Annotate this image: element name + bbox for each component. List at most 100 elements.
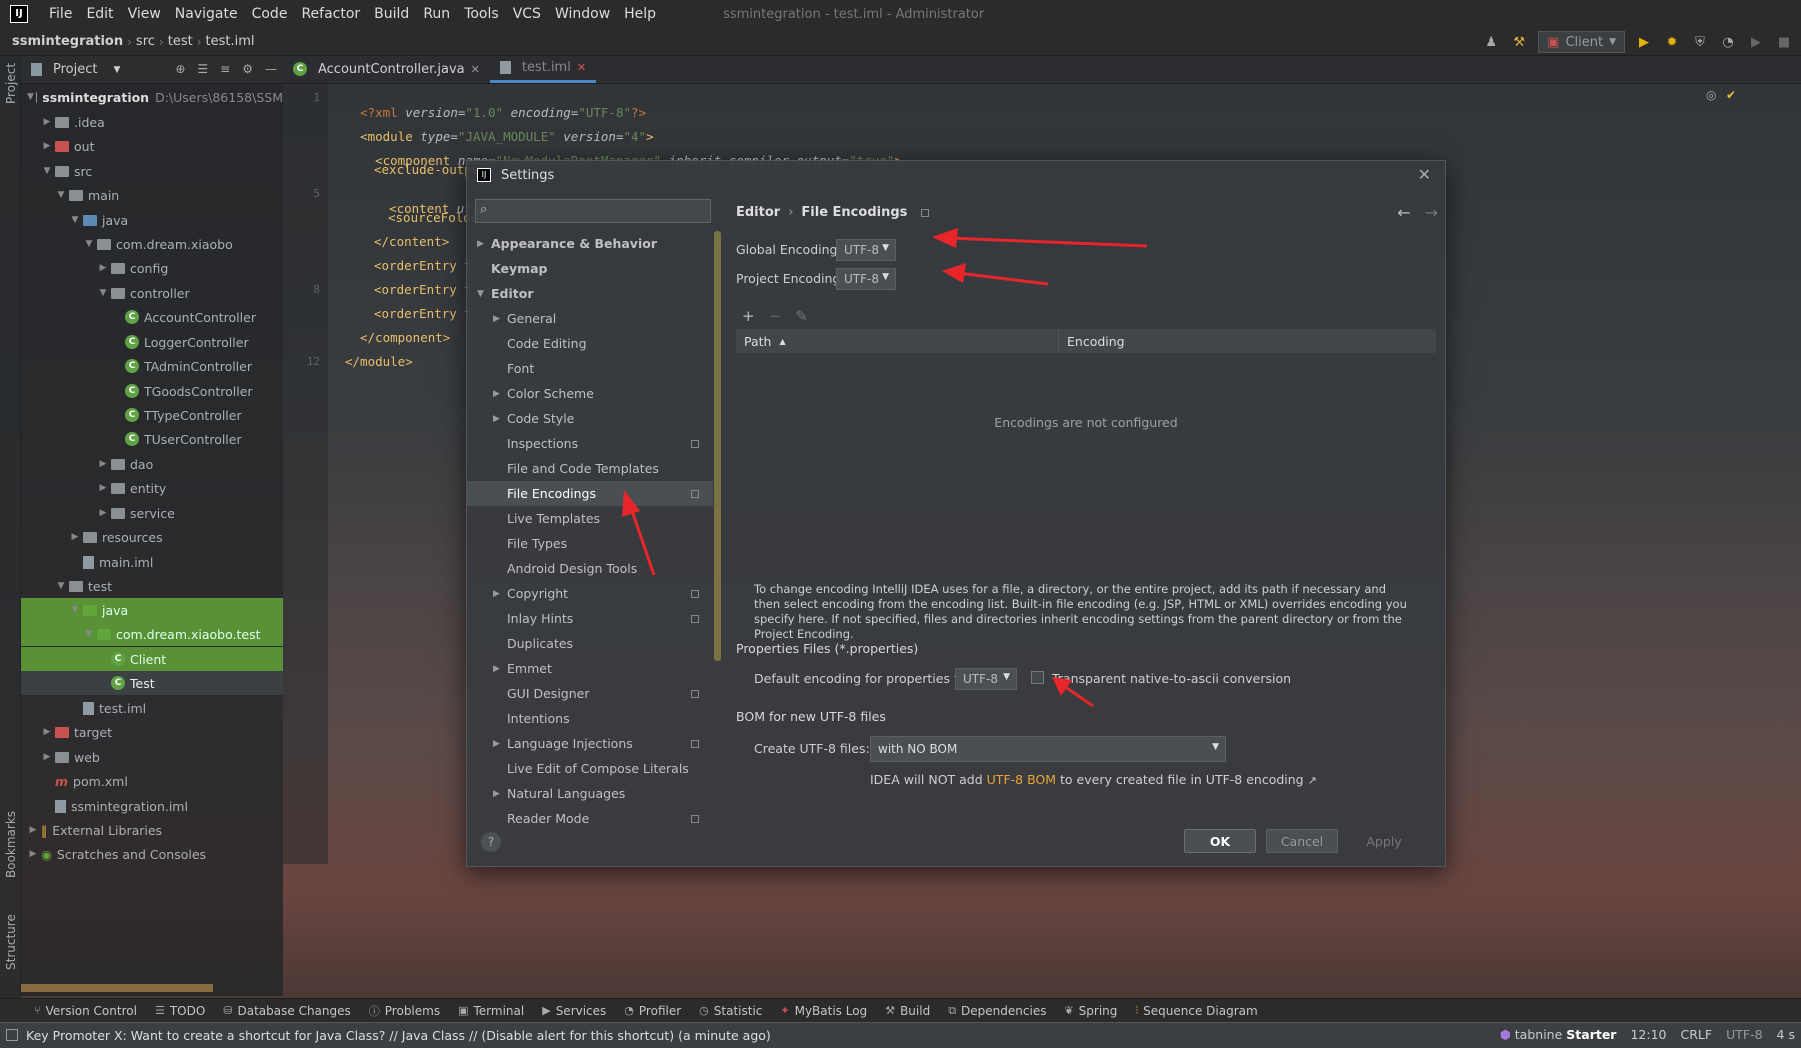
- menu-file[interactable]: File: [42, 6, 79, 22]
- breadcrumb-project[interactable]: ssmintegration: [0, 34, 127, 49]
- tree-item[interactable]: ▼ controller: [21, 281, 283, 305]
- utf8-bom-link[interactable]: UTF-8 BOM: [987, 772, 1056, 787]
- menu-edit[interactable]: Edit: [79, 6, 120, 22]
- menu-run[interactable]: Run: [416, 6, 457, 22]
- nav-file-code-templates[interactable]: File and Code Templates: [467, 456, 713, 481]
- nav-inlay-hints[interactable]: Inlay Hints: [467, 606, 713, 631]
- chevron-right-icon[interactable]: ▶: [97, 459, 109, 469]
- tool-mybatis-log[interactable]: ✦ MyBatis Log: [780, 1004, 867, 1018]
- run-icon[interactable]: ▶: [1635, 33, 1653, 51]
- close-icon[interactable]: ✕: [1418, 165, 1431, 184]
- add-icon[interactable]: +: [742, 307, 755, 325]
- tree-item[interactable]: ▶ web: [21, 745, 283, 769]
- tab-account-controller[interactable]: C AccountController.java ✕: [283, 55, 490, 83]
- hide-icon[interactable]: —: [265, 62, 277, 76]
- structure-tool-tab[interactable]: Structure: [4, 914, 18, 970]
- tree-item[interactable]: C TAdminController: [21, 354, 283, 378]
- tool-build[interactable]: ⚒ Build: [885, 1004, 930, 1018]
- nav-intentions[interactable]: Intentions: [467, 706, 713, 731]
- nav-gui-designer[interactable]: GUI Designer: [467, 681, 713, 706]
- resume-icon[interactable]: ▶: [1747, 33, 1765, 51]
- code-line[interactable]: </component>: [360, 330, 450, 345]
- tree-item[interactable]: ▼ src: [21, 159, 283, 183]
- edit-icon[interactable]: ✎: [795, 307, 808, 325]
- menu-help[interactable]: Help: [617, 6, 663, 22]
- reader-mode-icon[interactable]: ◎: [1706, 88, 1716, 102]
- chevron-right-icon[interactable]: ▶: [493, 739, 507, 749]
- breadcrumb-src[interactable]: src: [132, 34, 159, 49]
- remove-icon[interactable]: −: [769, 307, 782, 325]
- tree-item[interactable]: C Test: [21, 671, 283, 695]
- menu-vcs[interactable]: VCS: [506, 6, 548, 22]
- properties-encoding-select[interactable]: UTF-8 ▼: [955, 668, 1017, 690]
- column-encoding[interactable]: Encoding: [1059, 329, 1125, 353]
- tree-item[interactable]: ▼ com.dream.xiaobo: [21, 232, 283, 256]
- status-message[interactable]: Key Promoter X: Want to create a shortcu…: [0, 1028, 771, 1043]
- cancel-button[interactable]: Cancel: [1266, 829, 1338, 853]
- nav-android-design-tools[interactable]: Android Design Tools: [467, 556, 713, 581]
- nav-keymap[interactable]: Keymap: [467, 256, 713, 281]
- tool-todo[interactable]: ☰ TODO: [155, 1004, 205, 1018]
- chevron-down-icon[interactable]: ▼: [477, 289, 491, 299]
- tab-test-iml[interactable]: test.iml ✕: [489, 55, 597, 83]
- chevron-right-icon[interactable]: ▶: [97, 263, 109, 273]
- breadcrumb-editor[interactable]: Editor: [736, 205, 780, 220]
- breadcrumb-file[interactable]: test.iml: [202, 34, 259, 49]
- settings-search-field[interactable]: ⌕: [475, 199, 711, 223]
- tool-dependencies[interactable]: ⧉ Dependencies: [948, 1004, 1046, 1018]
- tool-terminal[interactable]: ▣ Terminal: [458, 1004, 524, 1018]
- tool-version-control[interactable]: ⑂ Version Control: [34, 1004, 137, 1018]
- nav-color-scheme[interactable]: ▶ Color Scheme: [467, 381, 713, 406]
- tree-item[interactable]: ▼ main: [21, 183, 283, 207]
- chevron-right-icon[interactable]: ▶: [41, 752, 53, 762]
- menu-navigate[interactable]: Navigate: [168, 6, 245, 22]
- tool-problems[interactable]: ⓘ Problems: [369, 1003, 440, 1019]
- tree-item[interactable]: main.iml: [21, 550, 283, 574]
- chevron-right-icon[interactable]: ▶: [493, 314, 507, 324]
- chevron-right-icon[interactable]: ▶: [493, 389, 507, 399]
- chevron-down-icon[interactable]: ▼: [83, 629, 95, 639]
- project-panel-title[interactable]: Project: [53, 62, 97, 77]
- nav-editor[interactable]: ▼ Editor: [467, 281, 713, 306]
- chevron-right-icon[interactable]: ▶: [41, 141, 53, 151]
- nav-inspections[interactable]: Inspections: [467, 431, 713, 456]
- tree-item[interactable]: ▼ com.dream.xiaobo.test: [21, 622, 283, 646]
- menu-refactor[interactable]: Refactor: [294, 6, 367, 22]
- code-line[interactable]: <orderEntry t: [374, 306, 472, 321]
- gear-icon[interactable]: ⚙: [242, 62, 253, 76]
- settings-search-input[interactable]: [498, 202, 706, 220]
- chevron-down-icon[interactable]: ▼: [55, 581, 67, 591]
- project-tool-tab[interactable]: Project: [4, 63, 18, 104]
- code-line[interactable]: <orderEntry t: [374, 258, 472, 273]
- nav-emmet[interactable]: ▶ Emmet: [467, 656, 713, 681]
- chevron-down-icon[interactable]: ▼: [83, 239, 95, 249]
- tool-services[interactable]: ▶ Services: [542, 1004, 606, 1018]
- transparent-conversion-checkbox[interactable]: [1031, 671, 1044, 684]
- menu-code[interactable]: Code: [245, 6, 295, 22]
- tree-item[interactable]: C TTypeController: [21, 403, 283, 427]
- chevron-down-icon[interactable]: ▼: [27, 92, 34, 102]
- nav-code-editing[interactable]: Code Editing: [467, 331, 713, 356]
- code-line[interactable]: <orderEntry t: [374, 282, 472, 297]
- line-separator[interactable]: CRLF: [1681, 1027, 1713, 1042]
- toggle-panels-icon[interactable]: [6, 1029, 18, 1041]
- close-icon[interactable]: ✕: [577, 61, 586, 74]
- user-icon[interactable]: ♟: [1482, 33, 1500, 51]
- chevron-down-icon[interactable]: ▼: [69, 215, 81, 225]
- file-encoding[interactable]: UTF-8: [1726, 1027, 1762, 1042]
- tree-item[interactable]: ▼ java: [21, 208, 283, 232]
- tree-item[interactable]: m pom.xml: [21, 769, 283, 793]
- chevron-right-icon[interactable]: ▶: [41, 117, 53, 127]
- transparent-conversion-label[interactable]: Transparent native-to-ascii conversion: [1052, 671, 1291, 686]
- indent-setting[interactable]: 4 s: [1777, 1027, 1795, 1042]
- nav-file-types[interactable]: File Types: [467, 531, 713, 556]
- close-icon[interactable]: ✕: [471, 63, 480, 76]
- horizontal-scrollbar[interactable]: [21, 984, 213, 992]
- code-line[interactable]: </content>: [374, 234, 449, 249]
- tree-item[interactable]: ▼ java: [21, 598, 283, 622]
- tree-item[interactable]: ▶ ‖ External Libraries: [21, 818, 283, 842]
- tree-item[interactable]: ▶ service: [21, 501, 283, 525]
- tree-item[interactable]: C AccountController: [21, 305, 283, 329]
- ok-button[interactable]: OK: [1184, 829, 1256, 853]
- global-encoding-select[interactable]: UTF-8 ▼: [836, 239, 896, 261]
